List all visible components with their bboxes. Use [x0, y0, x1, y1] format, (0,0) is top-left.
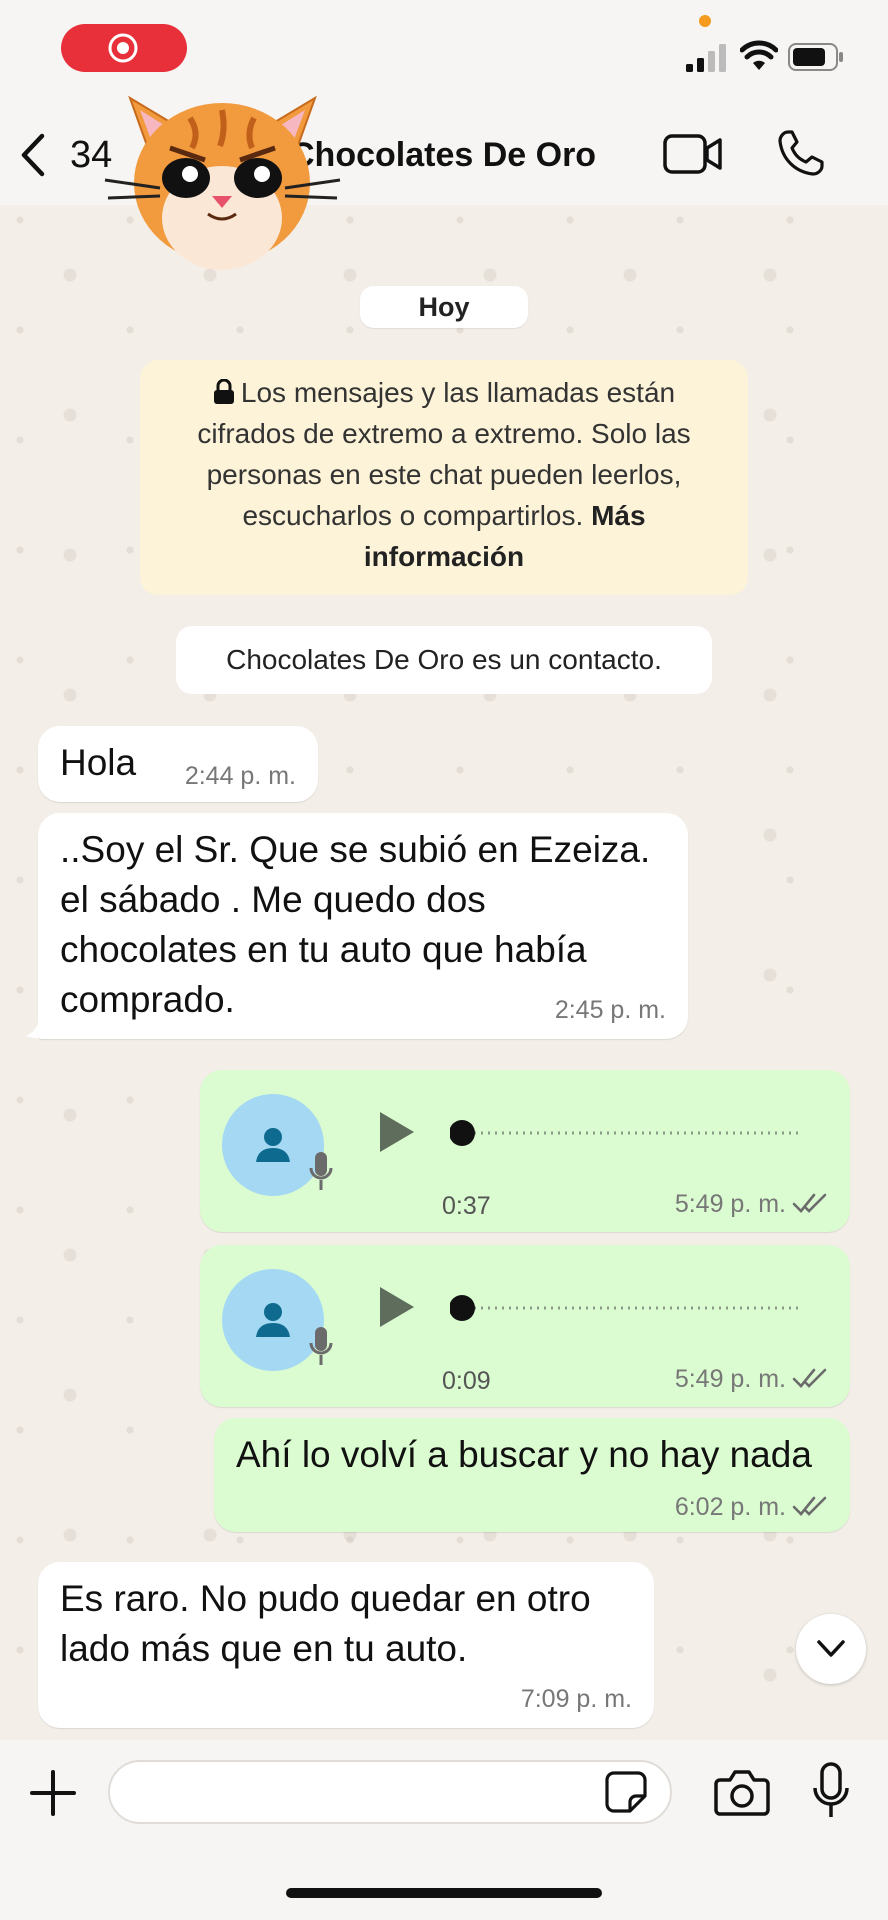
- double-check-icon: [792, 1368, 827, 1388]
- home-indicator: [286, 1888, 602, 1898]
- play-icon[interactable]: [376, 1285, 416, 1329]
- video-call-icon[interactable]: [663, 132, 723, 176]
- date-separator: Hoy: [360, 286, 528, 328]
- message-time: 5:49 p. m.: [674, 1365, 786, 1393]
- message-time: 2:44 p. m.: [184, 762, 296, 790]
- message-bubble-incoming[interactable]: ..Soy el Sr. Que se subió en Ezeiza. el …: [38, 813, 688, 1039]
- message-text: Hola: [60, 742, 137, 783]
- plus-icon[interactable]: [28, 1768, 78, 1818]
- contact-avatar-cat[interactable]: [100, 88, 345, 278]
- chevron-down-icon: [817, 1640, 845, 1657]
- wifi-icon: [740, 40, 778, 70]
- camera-icon[interactable]: [714, 1768, 770, 1816]
- voice-duration: 0:09: [442, 1367, 491, 1395]
- audio-progress-track[interactable]: [450, 1293, 810, 1323]
- play-icon[interactable]: [376, 1110, 416, 1154]
- contact-notice[interactable]: Chocolates De Oro es un contacto.: [176, 626, 712, 694]
- message-composer: [0, 1740, 888, 1920]
- status-bar: [0, 0, 888, 100]
- privacy-indicator-dot: [699, 15, 711, 27]
- message-text: ..Soy el Sr. Que se subió en Ezeiza. el …: [60, 829, 651, 1020]
- message-bubble-incoming[interactable]: Hola 2:44 p. m.: [38, 726, 318, 802]
- message-bubble-incoming[interactable]: Es raro. No pudo quedar en otro lado más…: [38, 1562, 654, 1728]
- message-time-meta: 5:49 p. m.: [675, 1190, 828, 1219]
- encryption-notice[interactable]: Los mensajes y las llamadas están cifrad…: [140, 360, 748, 595]
- message-bubble-outgoing[interactable]: Ahí lo volví a buscar y no hay nada 6:02…: [214, 1418, 850, 1532]
- message-time-meta: 5:49 p. m.: [675, 1365, 828, 1394]
- scroll-to-bottom-button[interactable]: [796, 1614, 866, 1684]
- message-text: Es raro. No pudo quedar en otro lado más…: [60, 1578, 591, 1669]
- microphone-icon[interactable]: [812, 1762, 850, 1820]
- voice-message-bubble[interactable]: 0:37 5:49 p. m.: [200, 1070, 850, 1232]
- screen-record-indicator[interactable]: [61, 24, 187, 72]
- sticker-icon[interactable]: [604, 1770, 648, 1814]
- person-icon: [256, 1128, 290, 1162]
- microphone-icon: [309, 1327, 333, 1365]
- lock-icon: [213, 379, 234, 404]
- audio-progress-track[interactable]: [450, 1118, 810, 1148]
- message-time-meta: 6:02 p. m.: [675, 1493, 828, 1522]
- phone-icon[interactable]: [776, 128, 826, 178]
- message-input[interactable]: [108, 1760, 672, 1824]
- microphone-icon: [309, 1152, 333, 1190]
- screen-record-icon: [108, 33, 138, 63]
- message-time: 2:45 p. m.: [554, 996, 666, 1024]
- message-time: 5:49 p. m.: [674, 1190, 786, 1218]
- message-time: 7:09 p. m.: [520, 1685, 632, 1713]
- back-button[interactable]: 34: [16, 130, 112, 180]
- message-text: Ahí lo volví a buscar y no hay nada: [236, 1434, 812, 1475]
- voice-message-bubble[interactable]: 0:09 5:49 p. m.: [200, 1245, 850, 1407]
- double-check-icon: [792, 1193, 827, 1213]
- voice-duration: 0:37: [442, 1192, 491, 1220]
- chevron-left-icon: [21, 133, 45, 177]
- signal-icon: [686, 44, 726, 72]
- battery-icon: [788, 43, 843, 71]
- double-check-icon: [792, 1496, 827, 1516]
- message-time: 6:02 p. m.: [674, 1493, 786, 1521]
- person-icon: [256, 1303, 290, 1337]
